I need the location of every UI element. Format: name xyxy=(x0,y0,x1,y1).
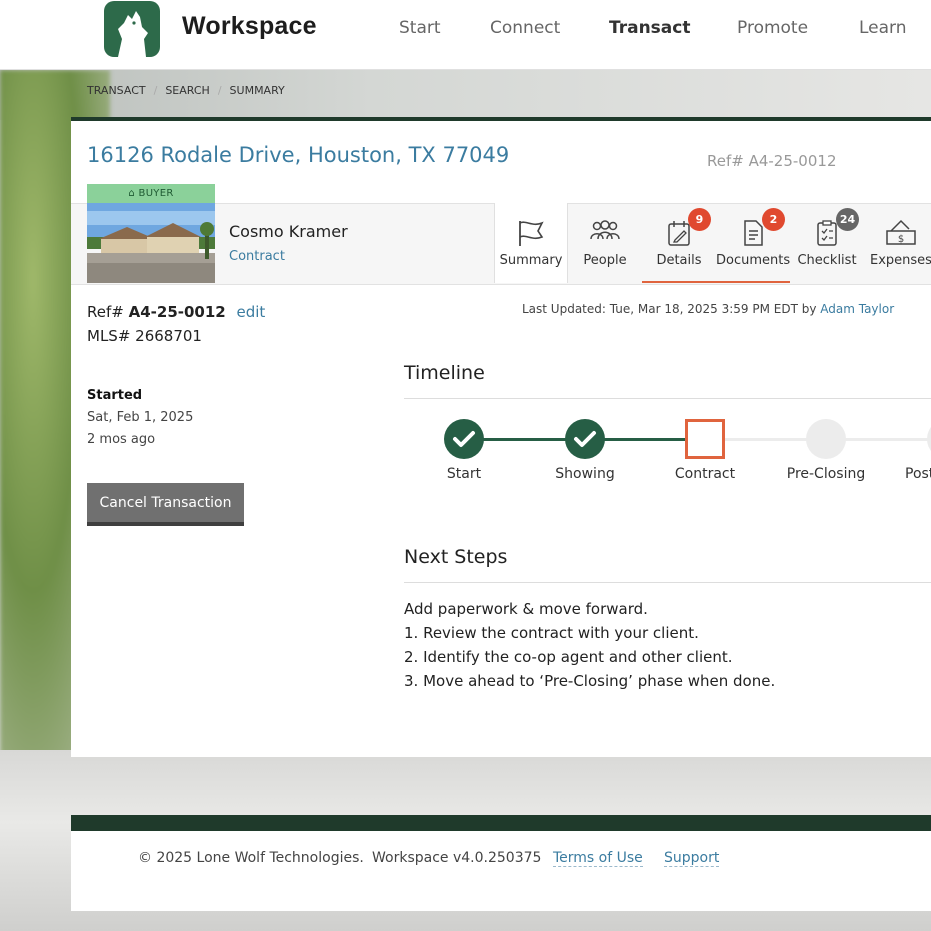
tab-expenses[interactable]: $ Expenses xyxy=(864,203,931,283)
check-icon xyxy=(574,431,596,447)
timeline-heading: Timeline xyxy=(404,362,485,384)
tab-documents-label: Documents xyxy=(716,253,791,268)
breadcrumb: TRANSACT / SEARCH / SUMMARY xyxy=(87,84,285,97)
timeline-node-showing[interactable] xyxy=(565,419,605,459)
next-steps-divider xyxy=(404,582,931,583)
timeline-label-pre-closing: Pre-Closing xyxy=(786,466,866,482)
header-ref-number: Ref# A4-25-0012 xyxy=(707,152,837,170)
property-photo[interactable] xyxy=(87,203,215,283)
started-ago: 2 mos ago xyxy=(87,432,156,447)
nav-promote[interactable]: Promote xyxy=(737,18,808,38)
top-navigation-bar: Workspace Start Connect Transact Promote… xyxy=(0,0,931,70)
checklist-count-badge: 24 xyxy=(836,208,859,231)
cancel-transaction-button[interactable]: Cancel Transaction xyxy=(87,483,244,526)
timeline-label-showing: Showing xyxy=(555,466,615,482)
timeline-node-post[interactable] xyxy=(927,419,931,459)
breadcrumb-separator: / xyxy=(153,84,158,97)
started-heading: Started xyxy=(87,388,143,403)
timeline-node-start[interactable] xyxy=(444,419,484,459)
home-icon: ⌂ xyxy=(128,188,136,199)
transaction-tabs: Summary People 9 Details 2 Documents 24 … xyxy=(494,203,931,283)
timeline-label-start: Start xyxy=(446,466,482,482)
client-stage-link[interactable]: Contract xyxy=(229,249,285,264)
tab-checklist[interactable]: 24 Checklist xyxy=(790,203,864,283)
tab-summary-label: Summary xyxy=(499,253,563,268)
started-date: Sat, Feb 1, 2025 xyxy=(87,410,194,425)
timeline-label-post: Post xyxy=(905,466,931,482)
transaction-card: 16126 Rodale Drive, Houston, TX 77049 Re… xyxy=(71,117,931,757)
details-count-badge: 9 xyxy=(688,208,711,231)
people-icon xyxy=(590,220,620,240)
tab-expenses-label: Expenses xyxy=(870,253,931,268)
client-name[interactable]: Cosmo Kramer xyxy=(229,222,348,241)
edit-ref-link[interactable]: edit xyxy=(237,303,266,321)
nav-start[interactable]: Start xyxy=(399,18,441,38)
buyer-tag: ⌂ BUYER xyxy=(87,184,215,203)
last-updated: Last Updated: Tue, Mar 18, 2025 3:59 PM … xyxy=(522,302,894,316)
next-step-item: 2. Identify the co-op agent and other cl… xyxy=(404,648,733,666)
breadcrumb-separator: / xyxy=(217,84,222,97)
ref-value: A4-25-0012 xyxy=(128,303,226,321)
next-step-item: 3. Move ahead to ‘Pre-Closing’ phase whe… xyxy=(404,672,776,690)
tab-checklist-label: Checklist xyxy=(797,253,857,268)
timeline-node-pre-closing[interactable] xyxy=(806,419,846,459)
document-icon xyxy=(744,220,763,246)
next-step-item: 1. Review the contract with your client. xyxy=(404,624,699,642)
ref-label: Ref# xyxy=(87,303,124,321)
money-icon: $ xyxy=(886,219,916,245)
ref-number: Ref# A4-25-0012 edit xyxy=(87,303,265,321)
tab-details[interactable]: 9 Details xyxy=(642,203,716,283)
tab-people[interactable]: People xyxy=(568,203,642,283)
flag-icon xyxy=(519,221,544,246)
tab-documents[interactable]: 2 Documents xyxy=(716,203,790,283)
property-address: 16126 Rodale Drive, Houston, TX 77049 xyxy=(87,143,510,167)
documents-count-badge: 2 xyxy=(762,208,785,231)
buyer-tag-label: BUYER xyxy=(138,188,174,199)
nav-transact[interactable]: Transact xyxy=(609,18,690,38)
nav-connect[interactable]: Connect xyxy=(490,18,560,38)
terms-of-use-link[interactable]: Terms of Use xyxy=(553,850,643,867)
tab-people-label: People xyxy=(583,253,627,268)
clipboard-checklist-icon xyxy=(817,220,837,246)
updated-by-link[interactable]: Adam Taylor xyxy=(820,302,894,316)
tab-details-label: Details xyxy=(656,253,702,268)
footer: © 2025 Lone Wolf Technologies. Workspace… xyxy=(71,831,931,911)
app-version: Workspace v4.0.250375 xyxy=(372,850,542,866)
next-steps-intro: Add paperwork & move forward. xyxy=(404,600,648,618)
timeline-divider xyxy=(404,398,931,399)
breadcrumb-summary: SUMMARY xyxy=(229,84,285,97)
last-updated-text: Last Updated: Tue, Mar 18, 2025 3:59 PM … xyxy=(522,302,817,316)
brand-name[interactable]: Workspace xyxy=(182,12,317,41)
footer-band xyxy=(71,815,931,831)
mls-number: MLS# 2668701 xyxy=(87,327,202,345)
nav-learn[interactable]: Learn xyxy=(859,18,907,38)
tab-summary[interactable]: Summary xyxy=(494,203,568,283)
next-steps-list: Add paperwork & move forward. 1. Review … xyxy=(404,597,775,693)
wolf-logo-icon[interactable] xyxy=(104,1,160,57)
timeline-label-contract: Contract xyxy=(674,466,736,482)
check-icon xyxy=(453,431,475,447)
next-steps-heading: Next Steps xyxy=(404,546,508,568)
support-link[interactable]: Support xyxy=(664,850,720,867)
copyright: © 2025 Lone Wolf Technologies. xyxy=(138,850,364,866)
breadcrumb-transact[interactable]: TRANSACT xyxy=(87,84,146,97)
breadcrumb-search[interactable]: SEARCH xyxy=(165,84,210,97)
svg-text:$: $ xyxy=(898,234,904,245)
timeline-node-contract[interactable] xyxy=(685,419,725,459)
